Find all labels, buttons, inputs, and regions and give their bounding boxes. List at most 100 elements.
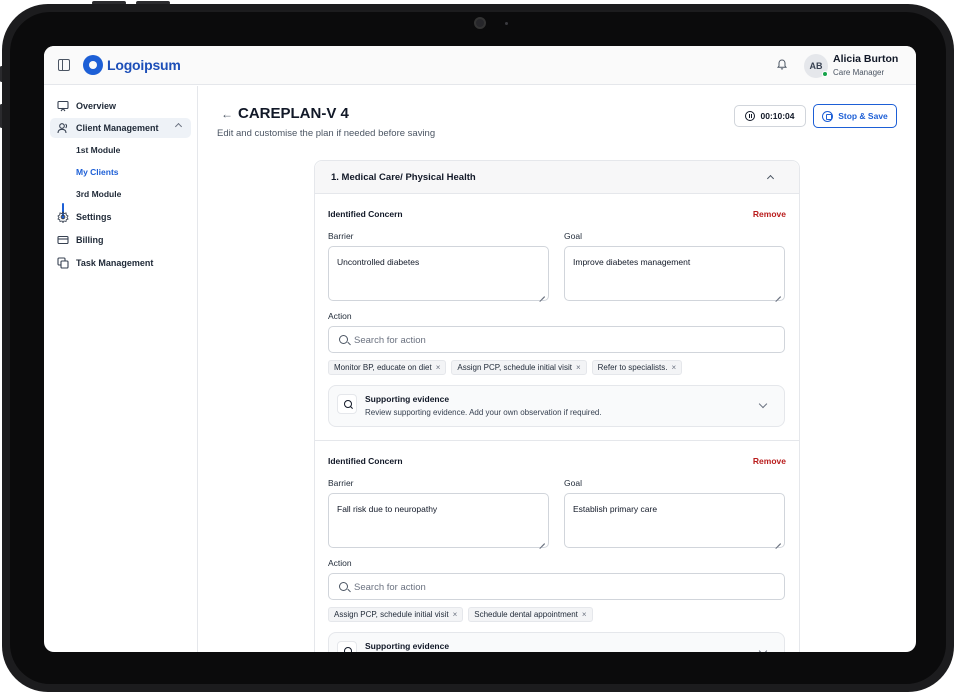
action-tag: Monitor BP, educate on diet × bbox=[328, 360, 447, 375]
tag-label: Monitor BP, educate on diet bbox=[334, 363, 432, 372]
section-header[interactable]: 1. Medical Care/ Physical Health bbox=[315, 161, 799, 194]
concern-block: Identified Concern Remove Barrier Goal U… bbox=[328, 208, 786, 438]
chevron-up-icon[interactable] bbox=[766, 174, 775, 183]
evidence-title: Supporting evidence bbox=[365, 641, 450, 651]
goal-value: Improve diabetes management bbox=[573, 257, 691, 267]
action-label: Action bbox=[328, 558, 352, 568]
sidebar-item-label: Settings bbox=[76, 212, 112, 222]
tag-label: Refer to specialists. bbox=[597, 363, 668, 372]
arrow-left-icon[interactable]: ← bbox=[221, 107, 233, 121]
users-icon bbox=[57, 123, 68, 134]
stop-save-label: Stop & Save bbox=[838, 111, 888, 121]
close-icon[interactable]: × bbox=[453, 610, 458, 619]
care-section-card: 1. Medical Care/ Physical Health Identif… bbox=[314, 160, 800, 652]
logo-icon bbox=[83, 55, 103, 75]
goal-field[interactable]: Improve diabetes management bbox=[564, 246, 785, 301]
action-tag: Refer to specialists. × bbox=[591, 360, 683, 375]
top-bar: Logoipsum AB Alicia Burton Care Manager bbox=[44, 46, 916, 85]
search-icon bbox=[339, 582, 348, 591]
sidebar-item-label: Billing bbox=[76, 235, 104, 245]
evidence-title: Supporting evidence bbox=[365, 394, 450, 404]
action-tags: Monitor BP, educate on diet × Assign PCP… bbox=[328, 360, 683, 375]
sidebar-item-label: Task Management bbox=[76, 258, 154, 268]
user-role: Care Manager bbox=[833, 68, 885, 77]
action-search-input[interactable]: Search for action bbox=[328, 326, 785, 353]
page-title: CAREPLAN-V 4 bbox=[238, 105, 349, 122]
barrier-label: Barrier bbox=[328, 231, 354, 241]
sidebar-toggle-icon[interactable] bbox=[58, 59, 70, 71]
sidebar-subitem-3rd-module[interactable]: 3rd Module bbox=[76, 189, 121, 199]
timer-value: 00:10:04 bbox=[760, 111, 795, 121]
action-tag: Schedule dental appointment × bbox=[468, 607, 593, 622]
goal-value: Establish primary care bbox=[573, 504, 658, 514]
gear-icon bbox=[57, 211, 69, 223]
resize-handle-icon[interactable] bbox=[775, 538, 781, 544]
pause-icon bbox=[745, 111, 756, 121]
search-icon bbox=[337, 394, 357, 414]
tag-label: Schedule dental appointment bbox=[474, 610, 578, 619]
app-screen: Logoipsum AB Alicia Burton Care Manager … bbox=[44, 46, 916, 652]
sidebar: Overview Client Management 1st Module My… bbox=[44, 86, 198, 652]
close-icon[interactable]: × bbox=[576, 363, 581, 372]
close-icon[interactable]: × bbox=[671, 363, 676, 372]
goal-label: Goal bbox=[564, 478, 582, 488]
chevron-down-icon[interactable] bbox=[758, 399, 768, 409]
search-icon bbox=[339, 335, 348, 344]
front-camera bbox=[474, 17, 486, 29]
sidebar-item-task-management[interactable]: Task Management bbox=[50, 253, 191, 273]
resize-handle-icon[interactable] bbox=[539, 538, 545, 544]
sidebar-item-label: Client Management bbox=[76, 123, 159, 133]
timer-button[interactable]: 00:10:04 bbox=[734, 105, 806, 127]
barrier-field[interactable]: Uncontrolled diabetes bbox=[328, 246, 549, 301]
sidebar-item-overview[interactable]: Overview bbox=[50, 96, 191, 116]
remove-button[interactable]: Remove bbox=[753, 456, 786, 466]
user-name: Alicia Burton bbox=[833, 53, 899, 65]
concern-heading: Identified Concern bbox=[328, 209, 403, 219]
action-search-input[interactable]: Search for action bbox=[328, 573, 785, 600]
barrier-label: Barrier bbox=[328, 478, 354, 488]
barrier-field[interactable]: Fall risk due to neuropathy bbox=[328, 493, 549, 548]
barrier-value: Uncontrolled diabetes bbox=[337, 257, 420, 267]
sidebar-item-billing[interactable]: Billing bbox=[50, 230, 191, 250]
concern-heading: Identified Concern bbox=[328, 456, 403, 466]
stop-icon bbox=[822, 110, 834, 122]
section-title: 1. Medical Care/ Physical Health bbox=[331, 172, 476, 183]
sidebar-item-client-management[interactable]: Client Management bbox=[50, 118, 191, 138]
sidebar-subitem-my-clients[interactable]: My Clients bbox=[76, 167, 119, 177]
resize-handle-icon[interactable] bbox=[539, 291, 545, 297]
presentation-icon bbox=[57, 100, 69, 112]
supporting-evidence-panel[interactable]: Supporting evidence Review supporting ev… bbox=[328, 385, 785, 427]
goal-field[interactable]: Establish primary care bbox=[564, 493, 785, 548]
action-tags: Assign PCP, schedule initial visit × Sch… bbox=[328, 607, 593, 622]
bell-icon[interactable] bbox=[777, 59, 787, 70]
goal-label: Goal bbox=[564, 231, 582, 241]
action-tag: Assign PCP, schedule initial visit × bbox=[451, 360, 587, 375]
barrier-value: Fall risk due to neuropathy bbox=[337, 504, 438, 514]
remove-button[interactable]: Remove bbox=[753, 209, 786, 219]
close-icon[interactable]: × bbox=[582, 610, 587, 619]
close-icon[interactable]: × bbox=[436, 363, 441, 372]
credit-card-icon bbox=[57, 235, 69, 245]
search-icon bbox=[337, 641, 357, 652]
resize-handle-icon[interactable] bbox=[775, 291, 781, 297]
supporting-evidence-panel[interactable]: Supporting evidence bbox=[328, 632, 785, 652]
chevron-up-icon[interactable] bbox=[174, 122, 183, 131]
sidebar-item-settings[interactable]: Settings bbox=[50, 207, 191, 227]
evidence-description: Review supporting evidence. Add your own… bbox=[365, 408, 602, 417]
search-placeholder: Search for action bbox=[354, 335, 426, 346]
action-label: Action bbox=[328, 311, 352, 321]
concern-block: Identified Concern Remove Barrier Goal F… bbox=[328, 455, 786, 652]
search-placeholder: Search for action bbox=[354, 582, 426, 593]
action-tag: Assign PCP, schedule initial visit × bbox=[328, 607, 464, 622]
page-subtitle: Edit and customise the plan if needed be… bbox=[217, 128, 436, 139]
divider bbox=[315, 440, 799, 441]
online-status-dot bbox=[822, 71, 828, 77]
camera-sensor bbox=[505, 22, 508, 25]
sidebar-item-label: Overview bbox=[76, 101, 117, 111]
sidebar-subitem-1st-module[interactable]: 1st Module bbox=[76, 145, 120, 155]
logo-text: Logoipsum bbox=[107, 57, 181, 73]
tag-label: Assign PCP, schedule initial visit bbox=[334, 610, 449, 619]
chevron-down-icon[interactable] bbox=[758, 646, 768, 652]
stop-save-button[interactable]: Stop & Save bbox=[813, 104, 897, 128]
tag-label: Assign PCP, schedule initial visit bbox=[457, 363, 572, 372]
